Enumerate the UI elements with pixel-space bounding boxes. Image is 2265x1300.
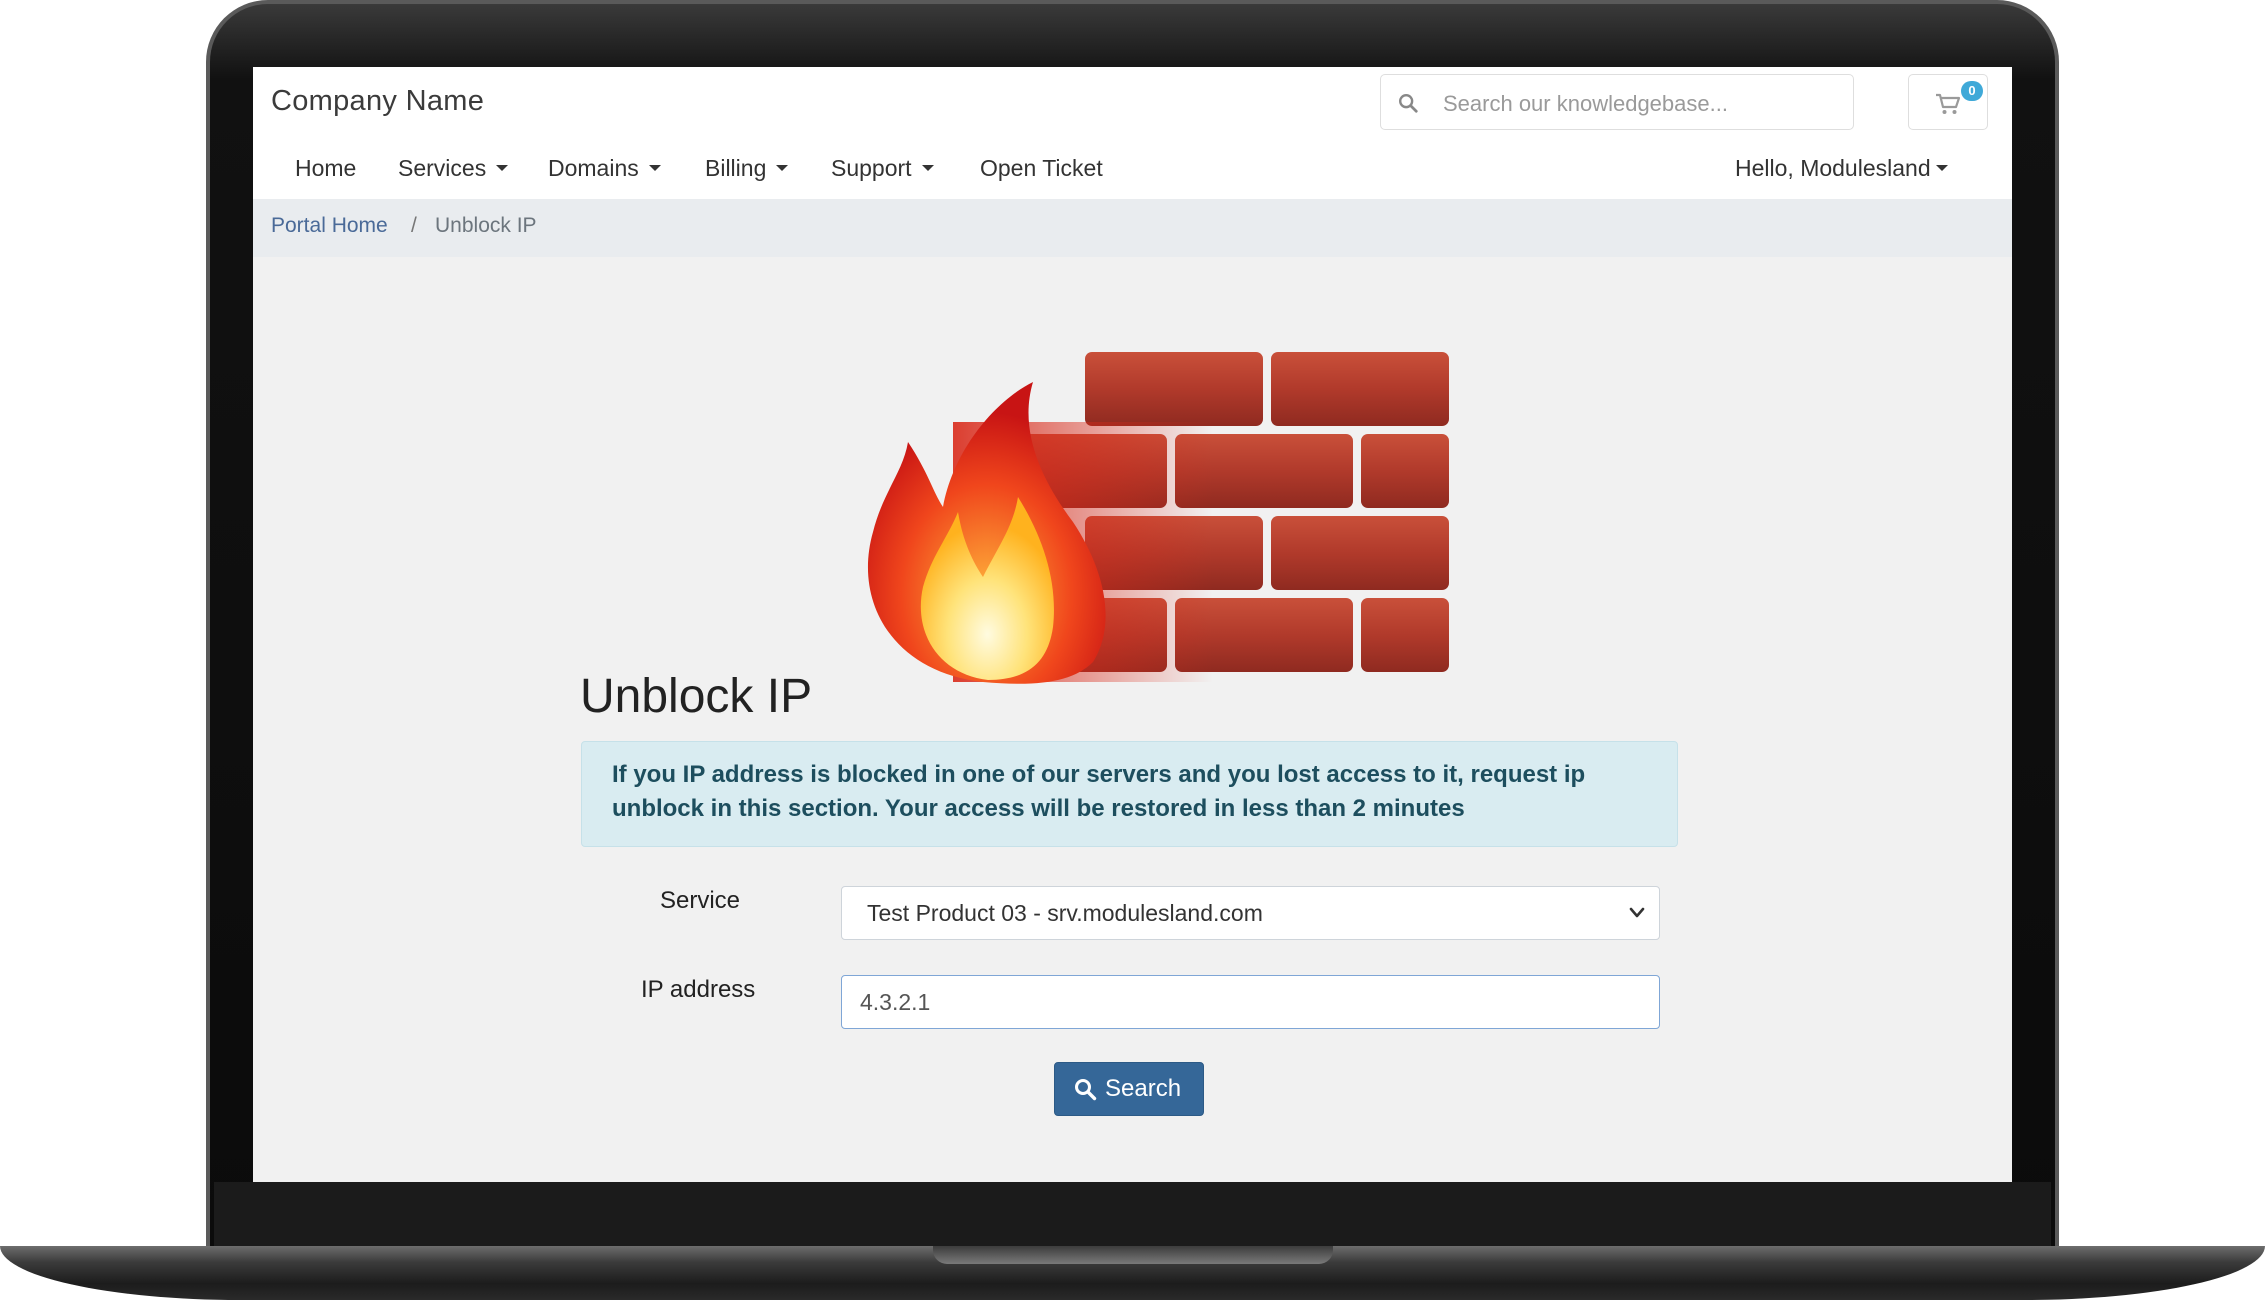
service-label: Service	[660, 887, 741, 914]
page-title: Unblock IP	[580, 670, 813, 723]
caret-down-icon	[1935, 164, 1948, 171]
nav-domains-label: Domains	[548, 155, 639, 181]
caret-down-icon	[648, 164, 661, 171]
alert-line-2: unblock in this section. Your access wil…	[612, 795, 1465, 822]
nav-open-ticket[interactable]: Open Ticket	[980, 155, 1103, 182]
nav-services-label: Services	[398, 155, 487, 181]
breadcrumb: Portal Home / Unblock IP	[253, 199, 2012, 257]
nav-billing[interactable]: Billing	[705, 155, 789, 182]
service-select[interactable]: Test Product 03 - srv.modulesland.com	[841, 886, 1660, 940]
cart-count-badge: 0	[1961, 81, 1983, 101]
nav-support[interactable]: Support	[831, 155, 934, 182]
breadcrumb-current: Unblock IP	[435, 214, 537, 237]
chevron-down-icon	[1629, 907, 1645, 918]
main-nav: Home Services Domains Billing Support Op…	[253, 155, 2012, 199]
search-icon	[1075, 1079, 1097, 1101]
breadcrumb-separator: /	[411, 214, 417, 237]
breadcrumb-portal-home[interactable]: Portal Home	[271, 214, 388, 238]
caret-down-icon	[496, 164, 509, 171]
user-menu-label: Hello, Modulesland	[1735, 155, 1931, 181]
search-button[interactable]: Search	[1054, 1062, 1204, 1116]
alert-message: If you IP address is blocked in one of o…	[612, 758, 1652, 826]
search-input[interactable]	[1441, 85, 1845, 123]
cart-icon	[1936, 93, 1961, 114]
knowledgebase-search[interactable]	[1380, 74, 1854, 130]
nav-support-label: Support	[831, 155, 912, 181]
firewall-illustration	[867, 352, 1449, 684]
service-selected-value: Test Product 03 - srv.modulesland.com	[867, 900, 1263, 926]
ip-address-label: IP address	[641, 976, 756, 1003]
site-header: Company Name 0 Home Services Domains Bil…	[253, 67, 2012, 199]
search-icon	[1399, 94, 1418, 113]
nav-billing-label: Billing	[705, 155, 767, 181]
caret-down-icon	[921, 164, 934, 171]
laptop-chin	[214, 1182, 2051, 1250]
nav-domains[interactable]: Domains	[548, 155, 661, 182]
nav-home[interactable]: Home	[295, 155, 356, 182]
search-button-label: Search	[1105, 1075, 1182, 1102]
user-menu[interactable]: Hello, Modulesland	[1735, 155, 1948, 182]
alert-line-1: If you IP address is blocked in one of o…	[612, 761, 1586, 788]
info-alert: If you IP address is blocked in one of o…	[581, 741, 1678, 847]
cart-button[interactable]: 0	[1908, 74, 1988, 130]
caret-down-icon	[776, 164, 789, 171]
browser-screen: Company Name 0 Home Services Domains Bil…	[253, 67, 2012, 1182]
brand-name[interactable]: Company Name	[271, 85, 484, 118]
nav-services[interactable]: Services	[398, 155, 509, 182]
ip-address-input[interactable]	[841, 975, 1660, 1029]
laptop-hinge-notch	[933, 1246, 1333, 1264]
